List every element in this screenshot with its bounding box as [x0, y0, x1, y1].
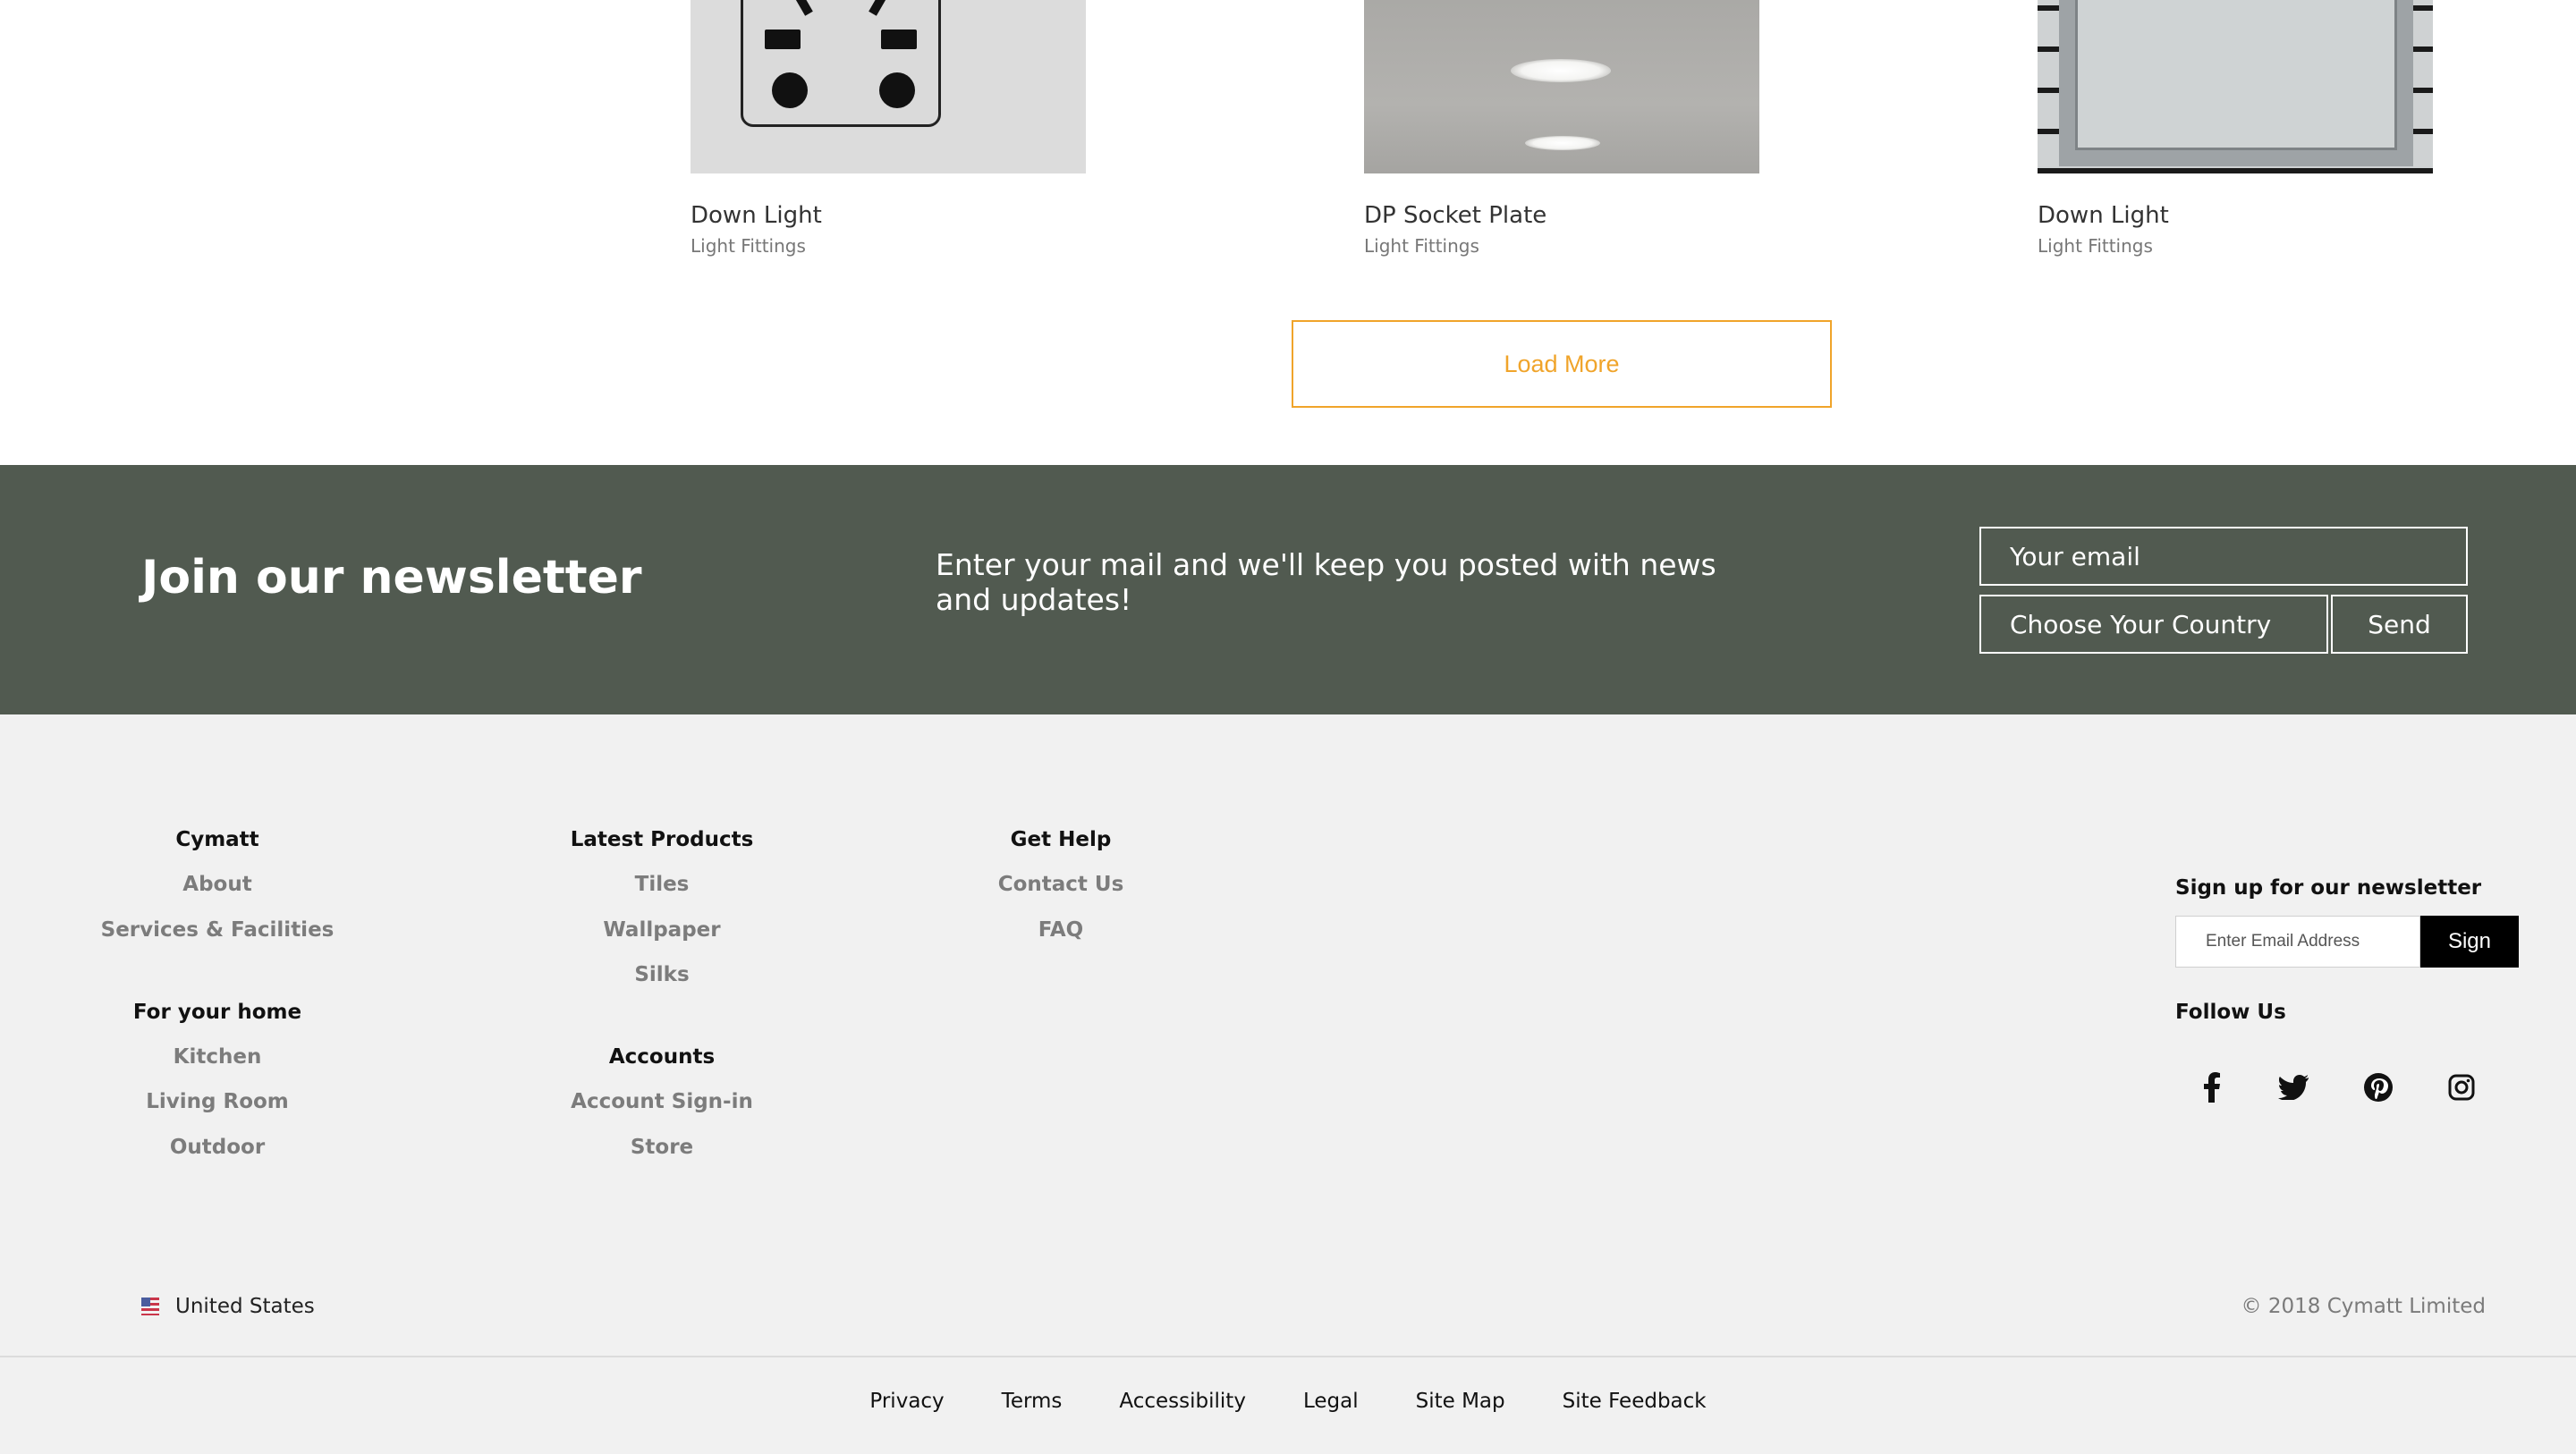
instagram-icon[interactable]: [2442, 1068, 2481, 1107]
pinterest-icon[interactable]: [2359, 1068, 2398, 1107]
follow-us-title: Follow Us: [2175, 1001, 2286, 1024]
site-footer: Cymatt About Services & Facilities For y…: [0, 714, 2576, 1356]
product-category: Light Fittings: [2038, 235, 2153, 257]
footer-heading: Latest Products: [570, 828, 754, 851]
newsletter-description: Enter your mail and we'll keep you poste…: [936, 547, 1716, 617]
facebook-icon[interactable]: [2192, 1068, 2232, 1107]
product-card[interactable]: Down Light Light Fittings: [691, 0, 1086, 257]
footer-link-services[interactable]: Services & Facilities: [101, 918, 335, 942]
ceiling-downlight-image[interactable]: [1364, 0, 1759, 173]
footer-link-silks[interactable]: Silks: [634, 963, 689, 986]
signup-email-input[interactable]: Enter Email Address: [2175, 916, 2420, 968]
footer-heading: Accounts: [608, 1045, 716, 1069]
product-name[interactable]: Down Light: [2038, 202, 2169, 229]
mirror-frame-image[interactable]: [2038, 0, 2433, 173]
page: Down Light Light Fittings DP Socket Plat…: [0, 0, 2576, 1454]
newsletter-email-field[interactable]: Your email: [1979, 527, 2468, 586]
wall-socket-image[interactable]: [691, 0, 1086, 173]
product-grid: Down Light Light Fittings DP Socket Plat…: [0, 0, 2576, 465]
footer-link-wallpaper[interactable]: Wallpaper: [603, 918, 720, 942]
footer-link-store[interactable]: Store: [631, 1136, 693, 1159]
legal-link-accessibility[interactable]: Accessibility: [1119, 1390, 1246, 1413]
product-name[interactable]: Down Light: [691, 202, 822, 229]
legal-link-site-feedback[interactable]: Site Feedback: [1563, 1390, 1707, 1413]
footer-link-faq[interactable]: FAQ: [1038, 918, 1083, 942]
twitter-icon[interactable]: [2274, 1068, 2313, 1107]
legal-link-site-map[interactable]: Site Map: [1416, 1390, 1505, 1413]
footer-link-account-sign-in[interactable]: Account Sign-in: [571, 1090, 753, 1113]
footer-heading: Cymatt: [175, 828, 259, 851]
legal-bar: Privacy Terms Accessibility Legal Site M…: [0, 1357, 2576, 1454]
product-name[interactable]: DP Socket Plate: [1364, 202, 1546, 229]
newsletter-banner: Join our newsletter Enter your mail and …: [0, 465, 2576, 714]
newsletter-title: Join our newsletter: [141, 551, 642, 604]
legal-link-legal[interactable]: Legal: [1303, 1390, 1359, 1413]
product-category: Light Fittings: [691, 235, 806, 257]
footer-link-contact-us[interactable]: Contact Us: [998, 873, 1124, 896]
send-button[interactable]: Send: [2331, 595, 2468, 654]
us-flag-icon: [141, 1298, 159, 1315]
footer-link-tiles[interactable]: Tiles: [635, 873, 690, 896]
copyright-text: © 2018 Cymatt Limited: [2241, 1295, 2486, 1318]
footer-heading: Get Help: [1010, 828, 1112, 851]
footer-link-living-room[interactable]: Living Room: [146, 1090, 289, 1113]
legal-link-privacy[interactable]: Privacy: [869, 1390, 944, 1413]
region-name: United States: [175, 1295, 315, 1318]
load-more-button[interactable]: Load More: [1292, 320, 1832, 408]
region-selector[interactable]: United States: [141, 1295, 315, 1318]
country-select[interactable]: Choose Your Country: [1979, 595, 2328, 654]
signup-title: Sign up for our newsletter: [2175, 876, 2482, 900]
legal-link-terms[interactable]: Terms: [1002, 1390, 1063, 1413]
product-card[interactable]: DP Socket Plate Light Fittings: [1364, 0, 1759, 257]
product-card[interactable]: Down Light Light Fittings: [2038, 0, 2433, 257]
product-category: Light Fittings: [1364, 235, 1479, 257]
footer-link-about[interactable]: About: [182, 873, 251, 896]
footer-link-outdoor[interactable]: Outdoor: [170, 1136, 265, 1159]
signup-button[interactable]: Sign: [2420, 916, 2519, 968]
footer-heading: For your home: [132, 1001, 302, 1024]
footer-link-kitchen[interactable]: Kitchen: [174, 1045, 262, 1069]
